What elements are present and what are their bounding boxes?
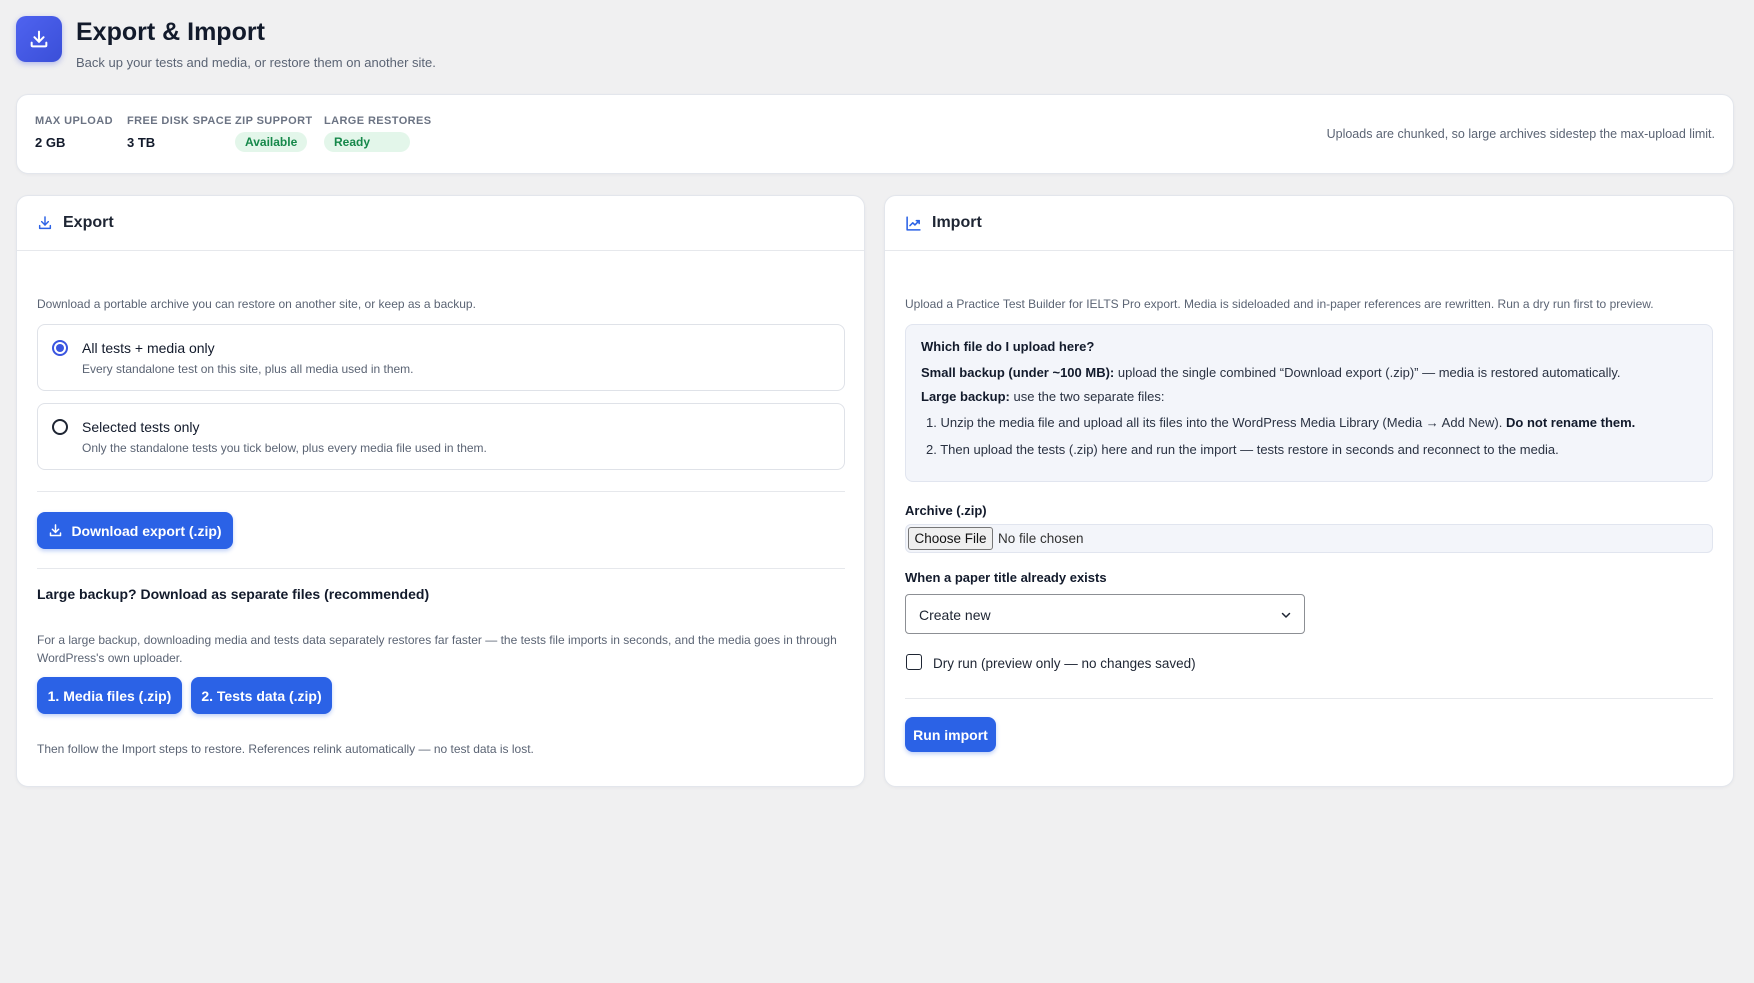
export-panel-title: Export (63, 214, 114, 231)
conflict-label: When a paper title already exists (905, 570, 1107, 585)
radio-button[interactable] (52, 419, 68, 435)
help-large-text: use the two separate files: (1013, 389, 1165, 404)
import-panel: Import Upload a Practice Test Builder fo… (884, 195, 1734, 787)
option-title: All tests + media only (82, 340, 215, 356)
option-subtitle: Only the standalone tests you tick below… (82, 441, 487, 455)
export-panel: Export Download a portable archive you c… (16, 195, 865, 787)
download-icon (38, 216, 52, 230)
option-subtitle: Every standalone test on this site, plus… (82, 362, 414, 376)
import-help-box: Which file do I upload here? Small backu… (905, 324, 1713, 482)
status-badge: Available (235, 132, 308, 152)
download-icon (16, 16, 62, 62)
help-step-1-text: 1. Unzip the media file and upload all i… (926, 415, 1503, 430)
conflict-select-value: Create new (919, 607, 991, 623)
page-title: Export & Import (76, 18, 265, 46)
help-small-text: upload the single combined “Download exp… (1117, 365, 1621, 380)
large-backup-title: Large backup? Download as separate files… (37, 586, 430, 602)
option-title: Selected tests only (82, 419, 200, 435)
divider (905, 698, 1713, 699)
tests-data-button[interactable]: 2. Tests data (.zip) (191, 677, 332, 714)
import-panel-title: Import (932, 214, 982, 231)
export-description: Download a portable archive you can rest… (37, 297, 476, 311)
help-small-label: Small backup (under ~100 MB): (921, 365, 1115, 380)
stat-label: MAX UPLOAD (35, 115, 113, 127)
choose-file-button[interactable]: Choose File (908, 527, 993, 550)
download-icon (50, 524, 62, 537)
media-files-label: 1. Media files (.zip) (47, 687, 172, 704)
stat-max-upload: MAX UPLOAD 2 GB (35, 115, 113, 150)
export-footer-note: Then follow the Import steps to restore.… (37, 742, 534, 756)
large-backup-description: For a large backup, downloading media an… (37, 631, 845, 667)
page-header: Export & Import Back up your tests and m… (16, 16, 436, 70)
help-step-1-bold: Do not rename them. (1506, 415, 1636, 430)
status-badge: Ready (324, 132, 411, 152)
download-export-label: Download export (.zip) (71, 522, 222, 539)
large-backup-description-line: For a large backup, downloading media an… (37, 633, 837, 647)
conflict-select[interactable]: Create new (905, 594, 1305, 634)
help-step-2: 2. Then upload the tests (.zip) here and… (926, 442, 1559, 457)
help-title: Which file do I upload here? (921, 339, 1095, 354)
stat-large-restores: LARGE RESTORES Ready (324, 115, 431, 152)
archive-file-input[interactable]: Choose File No file chosen (905, 524, 1713, 553)
stat-label: ZIP SUPPORT (235, 115, 313, 127)
dry-run-checkbox[interactable] (906, 654, 922, 670)
divider (37, 568, 845, 569)
help-small-backup: Small backup (under ~100 MB): upload the… (921, 365, 1621, 380)
stat-zip-support: ZIP SUPPORT Available (235, 115, 313, 152)
dry-run-label: Dry run (preview only — no changes saved… (933, 656, 1196, 671)
run-import-button[interactable]: Run import (905, 717, 996, 752)
stat-label: LARGE RESTORES (324, 115, 432, 127)
stat-label: FREE DISK SPACE (127, 115, 232, 127)
large-backup-description-line: WordPress's own uploader. (37, 651, 183, 665)
export-panel-header: Export (17, 196, 864, 251)
stats-note: Uploads are chunked, so large archives s… (1326, 127, 1715, 141)
import-description: Upload a Practice Test Builder for IELTS… (905, 297, 1654, 311)
media-files-button[interactable]: 1. Media files (.zip) (37, 677, 182, 714)
page-subtitle: Back up your tests and media, or restore… (76, 55, 436, 70)
tests-data-label: 2. Tests data (.zip) (201, 687, 322, 704)
stat-free-disk: FREE DISK SPACE 3 TB (127, 115, 232, 150)
stat-value: 3 TB (127, 135, 156, 150)
export-option-selected[interactable]: Selected tests only Only the standalone … (37, 403, 845, 470)
help-large-backup: Large backup: use the two separate files… (921, 389, 1165, 404)
help-large-label: Large backup: (921, 389, 1010, 404)
system-stats-card: MAX UPLOAD 2 GB FREE DISK SPACE 3 TB ZIP… (16, 94, 1734, 174)
stat-value: 2 GB (35, 135, 66, 150)
radio-button-selected[interactable] (52, 340, 68, 356)
archive-label: Archive (.zip) (905, 503, 987, 518)
run-import-label: Run import (913, 726, 988, 743)
chart-trend-icon (906, 215, 921, 231)
help-step-1: 1. Unzip the media file and upload all i… (926, 415, 1635, 430)
import-panel-header: Import (885, 196, 1733, 251)
chevron-down-icon (1281, 612, 1291, 618)
export-option-all[interactable]: All tests + media only Every standalone … (37, 324, 845, 391)
file-status: No file chosen (998, 531, 1084, 546)
divider (37, 491, 845, 492)
download-export-button[interactable]: Download export (.zip) (37, 512, 233, 549)
